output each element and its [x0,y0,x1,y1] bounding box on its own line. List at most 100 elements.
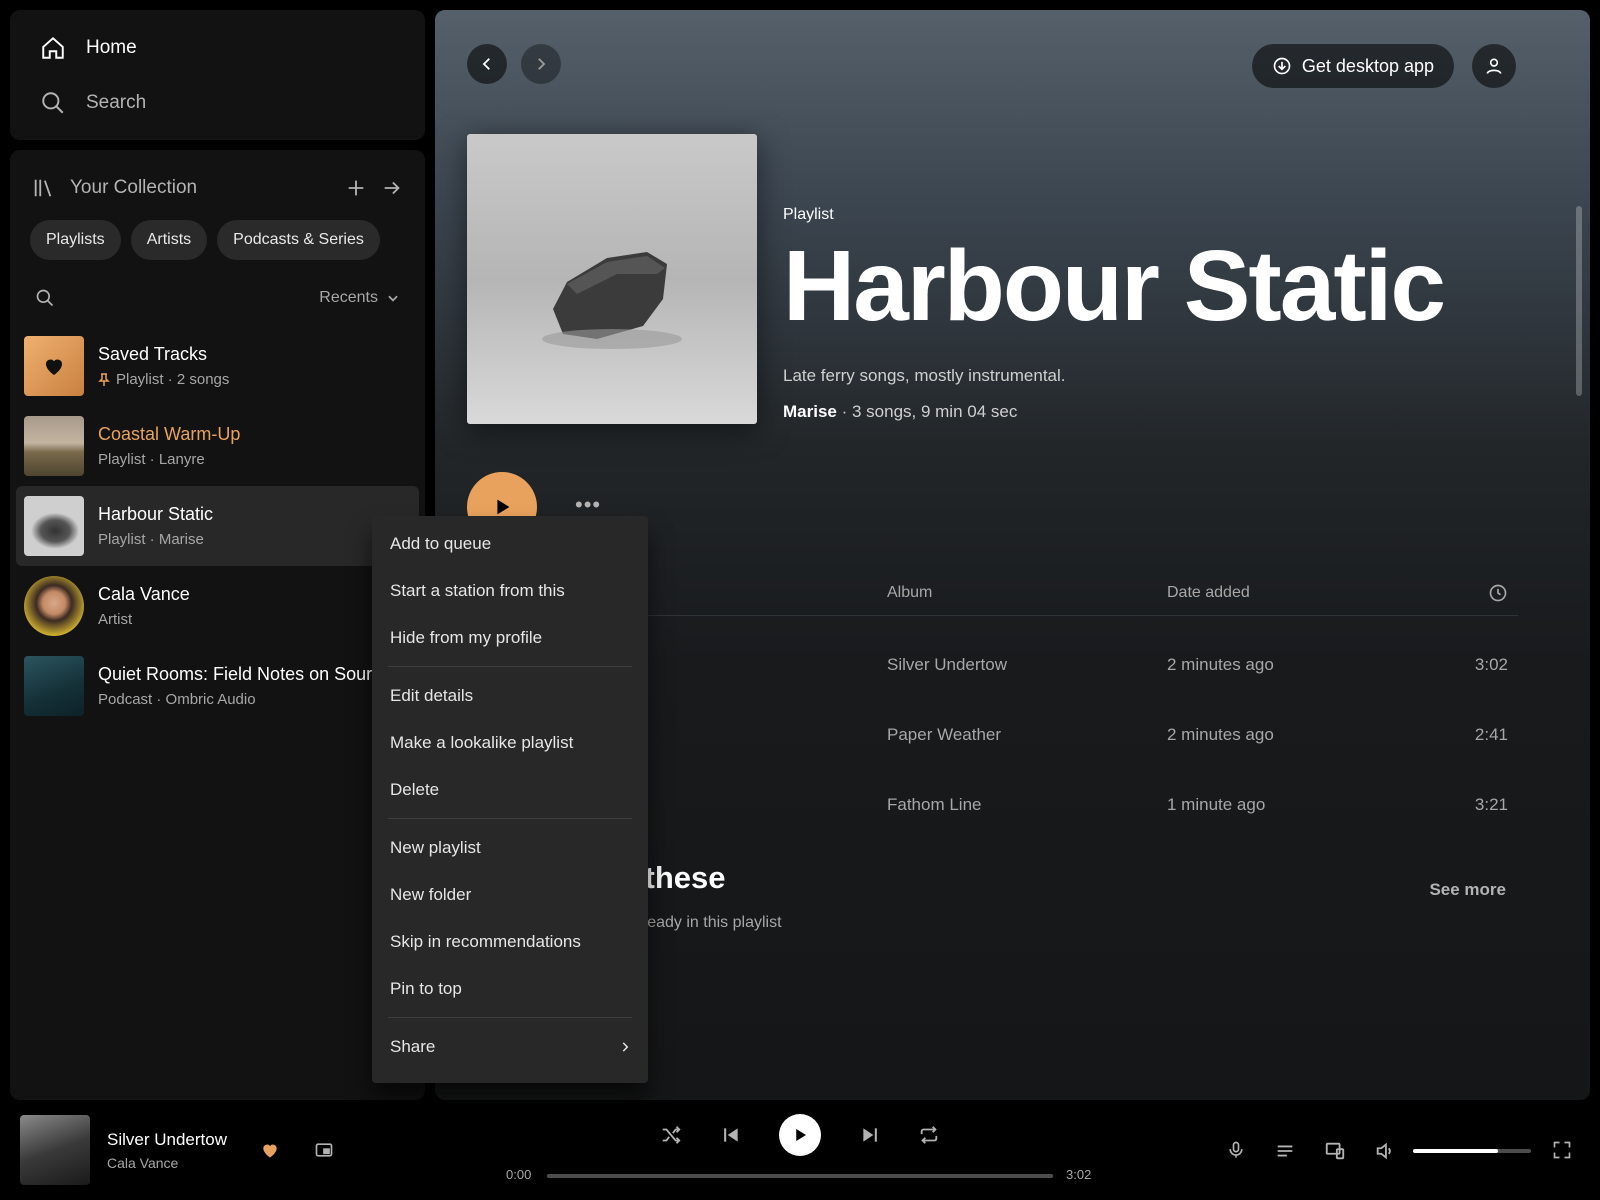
get-desktop-app-button[interactable]: Get desktop app [1251,44,1454,88]
item-subtitle: Playlist · 2 songs [116,371,230,388]
menu-item-share[interactable]: Share [388,1023,632,1070]
back-button[interactable] [467,44,507,84]
sort-dropdown[interactable]: Recents [319,289,400,307]
saved-tracks-cover [24,336,84,396]
devices-icon[interactable] [1324,1140,1346,1162]
arrow-right-icon[interactable] [381,177,403,199]
next-icon[interactable] [860,1125,880,1145]
track-album[interactable]: Paper Weather [887,725,1001,745]
volume-slider[interactable] [1413,1149,1531,1153]
album-column-header: Album [887,584,933,601]
heart-icon [46,359,62,375]
filter-chips: Playlists Artists Podcasts & Series [30,220,380,260]
page-title: Harbour Static [783,230,1446,342]
play-pause-button[interactable] [779,1114,821,1156]
now-playing-cover[interactable] [20,1115,90,1185]
chip-artists[interactable]: Artists [130,220,208,260]
nav-search[interactable]: Search [40,87,395,119]
now-playing-artist[interactable]: Cala Vance [107,1155,178,1171]
track-album[interactable]: Fathom Line [887,795,982,815]
library-tools: Recents [35,278,400,318]
heart-icon[interactable] [260,1140,280,1160]
library-search-icon[interactable] [35,288,55,308]
list-item[interactable]: Cala Vance Artist [16,566,419,646]
menu-item-share-label: Share [390,1036,436,1056]
menu-item-pin-to-top[interactable]: Pin to top [388,965,632,1012]
library-title[interactable]: Your Collection [70,177,331,199]
track-date: 1 minute ago [1167,795,1266,814]
list-item[interactable]: Quiet Rooms: Field Notes on Sour Podcast… [16,646,419,726]
item-title: Cala Vance [98,584,190,604]
chevron-left-icon [482,58,490,70]
playlist-stats: · 3 songs, 9 min 04 sec [836,402,1018,421]
fullscreen-icon[interactable] [1552,1140,1572,1160]
menu-item-new-playlist[interactable]: New playlist [388,824,632,871]
see-more-link[interactable]: See more [1429,880,1506,900]
track-duration: 3:21 [1474,795,1508,814]
nav-home[interactable]: Home [40,32,395,64]
track-date: 2 minutes ago [1167,655,1274,674]
elapsed-time: 0:00 [506,1167,532,1182]
more-options-icon[interactable]: ••• [575,492,601,518]
lyrics-icon[interactable] [1226,1140,1246,1160]
nav-search-label: Search [86,92,147,113]
previous-icon[interactable] [721,1125,741,1145]
volume-fill [1413,1149,1498,1153]
repeat-icon[interactable] [918,1124,940,1146]
shuffle-icon[interactable] [660,1124,682,1146]
library-header: Your Collection [32,172,403,204]
playlist-cover [467,134,757,424]
menu-item-hide-from-profile[interactable]: Hide from my profile [388,614,632,661]
forward-button[interactable] [521,44,561,84]
picture-in-picture-icon[interactable] [314,1140,334,1160]
menu-item-edit-details[interactable]: Edit details [388,672,632,719]
total-time: 3:02 [1066,1167,1092,1182]
menu-item-lookalike-playlist[interactable]: Make a lookalike playlist [388,719,632,766]
item-subtitle: Playlist · Marise [98,531,204,548]
date-column-header: Date added [1167,584,1250,601]
home-icon [40,35,66,61]
volume-icon[interactable] [1374,1140,1396,1162]
menu-item-add-to-queue[interactable]: Add to queue [388,520,632,567]
library-icon[interactable] [32,177,54,199]
list-item[interactable]: Saved Tracks Playlist · 2 songs [16,326,419,406]
menu-item-skip-recommendations[interactable]: Skip in recommendations [388,918,632,965]
pin-icon [98,372,110,387]
track-duration: 3:02 [1474,655,1508,674]
item-title: Coastal Warm-Up [98,424,241,444]
chip-playlists[interactable]: Playlists [30,220,121,260]
harbour-cover [24,496,84,556]
item-subtitle: Artist [98,611,133,628]
chip-podcasts[interactable]: Podcasts & Series [217,220,380,260]
playlist-description: Late ferry songs, mostly instrumental. [783,366,1066,385]
now-playing-title[interactable]: Silver Undertow [107,1130,227,1150]
menu-item-start-station[interactable]: Start a station from this [388,567,632,614]
chevron-right-icon [622,1041,629,1052]
chevron-down-icon [386,291,400,305]
item-title: Quiet Rooms: Field Notes on Sour [98,664,373,684]
menu-item-delete[interactable]: Delete [388,766,632,813]
track-duration: 2:41 [1474,725,1508,744]
play-icon [796,1129,806,1141]
list-item[interactable]: Harbour Static Playlist · Marise [16,486,419,566]
menu-divider [388,818,632,819]
item-subtitle: Playlist · Lanyre [98,451,205,468]
profile-button[interactable] [1472,44,1516,88]
history-nav [467,44,561,84]
item-title: Saved Tracks [98,344,208,364]
podcast-cover [24,656,84,716]
menu-item-new-folder[interactable]: New folder [388,871,632,918]
queue-icon[interactable] [1274,1140,1296,1162]
chevron-right-icon [538,58,546,70]
menu-divider [388,666,632,667]
list-item[interactable]: Coastal Warm-Up Playlist · Lanyre [16,406,419,486]
track-album[interactable]: Silver Undertow [887,655,1007,675]
download-icon [1273,57,1291,75]
plus-icon[interactable] [345,177,367,199]
get-app-label: Get desktop app [1301,55,1434,76]
sort-label: Recents [319,289,378,306]
playlist-owner[interactable]: Marise [783,402,837,421]
library-list: Saved Tracks Playlist · 2 songs Coastal … [16,326,419,726]
progress-bar[interactable] [547,1174,1053,1178]
scrollbar[interactable] [1576,206,1582,396]
